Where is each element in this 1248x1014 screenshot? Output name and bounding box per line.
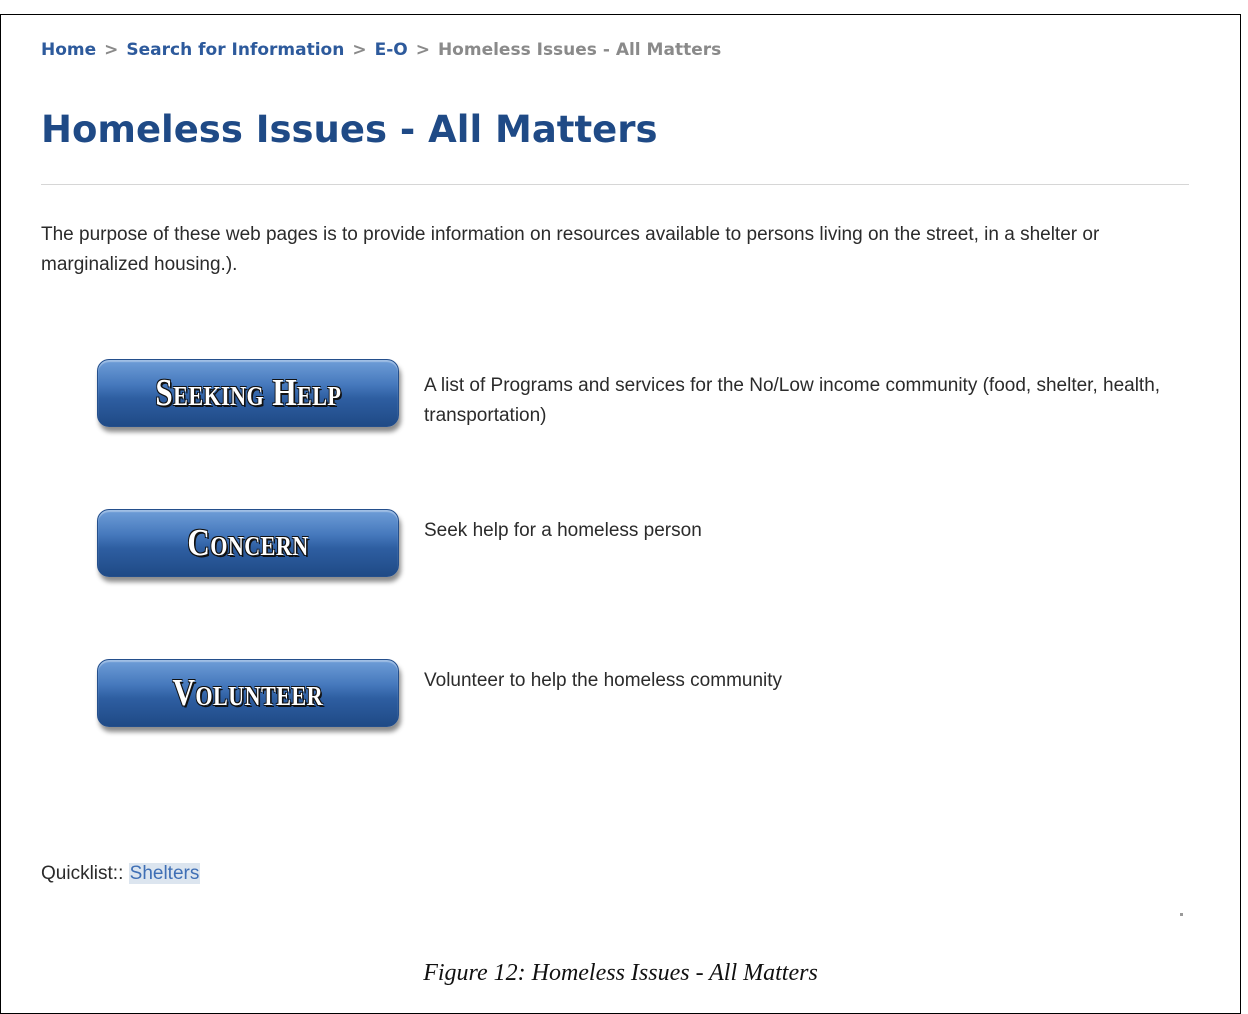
concern-description: Seek help for a homeless person xyxy=(424,520,702,541)
quicklist-label: Quicklist:: xyxy=(41,863,124,884)
breadcrumb-separator: > xyxy=(352,40,367,60)
breadcrumb: Home > Search for Information > E-O > Homeless… xyxy=(41,40,721,60)
seeking-help-button[interactable]: Seeking Help xyxy=(97,359,399,427)
breadcrumb-separator: > xyxy=(415,40,430,60)
breadcrumb-home-link[interactable]: Home xyxy=(41,40,96,60)
quicklist: Quicklist:: Shelters xyxy=(41,863,201,885)
seeking-help-description: A list of Programs and services for the … xyxy=(424,375,1161,426)
concern-button[interactable]: Concern xyxy=(97,509,399,577)
breadcrumb-separator: > xyxy=(104,40,119,60)
breadcrumb-e-o-link[interactable]: E-O xyxy=(375,40,408,60)
page-title: Homeless Issues - All Matters xyxy=(41,108,658,151)
title-divider xyxy=(41,184,1189,185)
figure-caption: Figure 12: Homeless Issues - All Matters xyxy=(423,960,818,986)
stray-mark xyxy=(1180,913,1183,916)
shelters-link[interactable]: Shelters xyxy=(128,863,201,884)
volunteer-button[interactable]: Volunteer xyxy=(97,659,399,727)
volunteer-button-label: Volunteer xyxy=(172,672,324,714)
intro-text: The purpose of these web pages is to pro… xyxy=(41,224,1100,275)
breadcrumb-search-link[interactable]: Search for Information xyxy=(126,40,344,60)
volunteer-description: Volunteer to help the homeless community xyxy=(424,670,783,691)
concern-button-label: Concern xyxy=(187,522,309,564)
seeking-help-button-label: Seeking Help xyxy=(155,372,341,414)
breadcrumb-current: Homeless Issues - All Matters xyxy=(437,40,722,60)
